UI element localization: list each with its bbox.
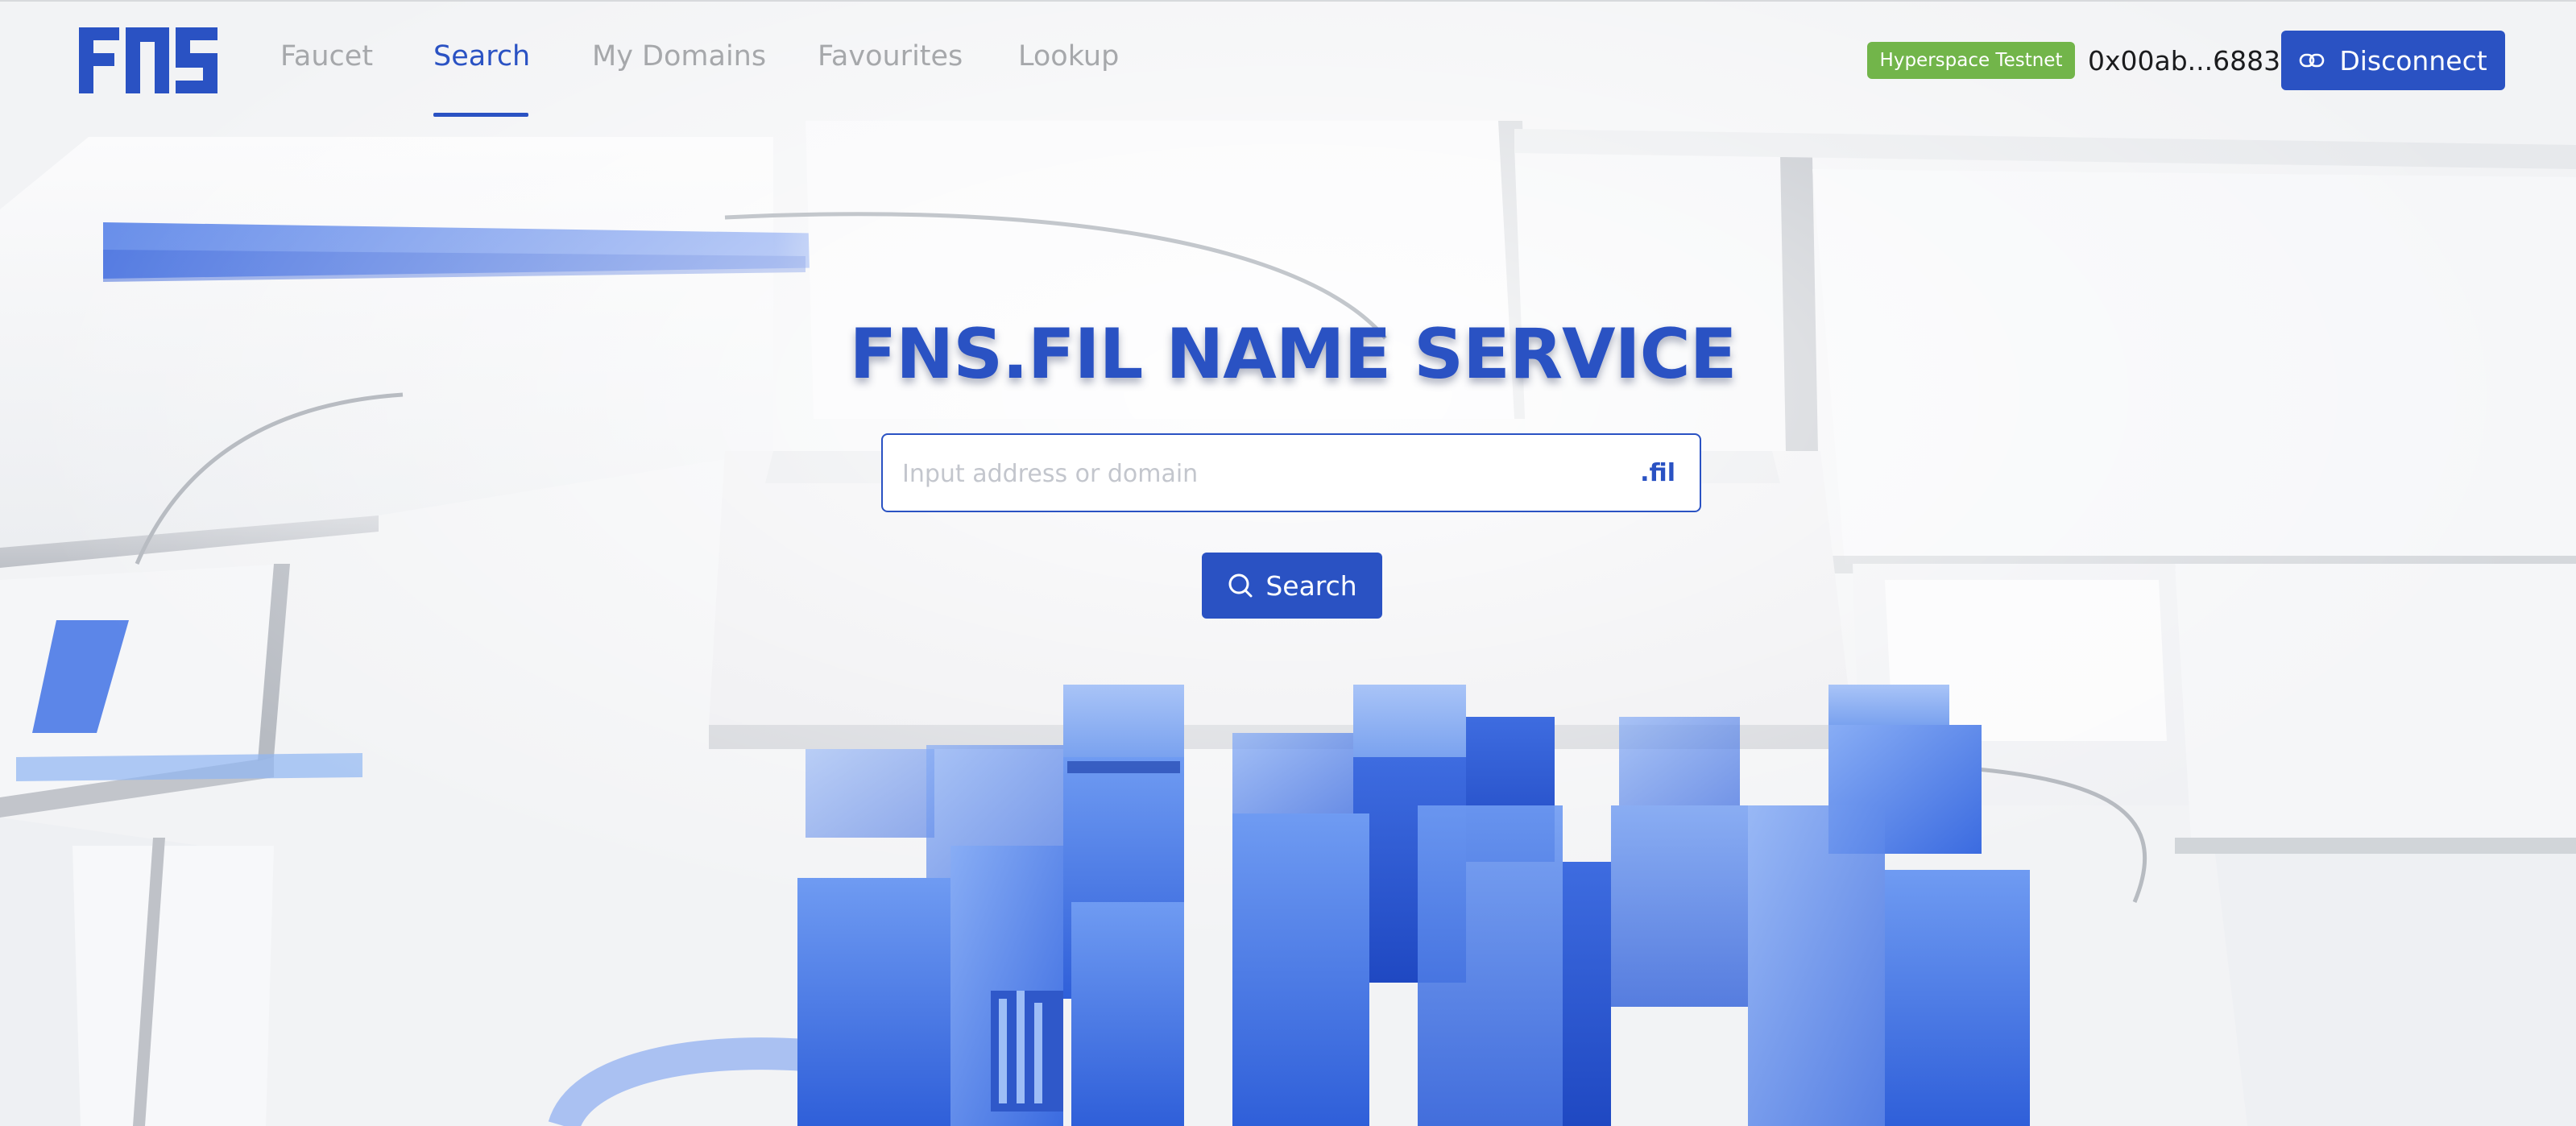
domain-search-input[interactable] <box>901 435 1613 512</box>
nav-faucet[interactable]: Faucet <box>280 40 373 81</box>
domain-search-box[interactable]: .fil <box>881 433 1701 512</box>
fns-logo[interactable] <box>79 27 217 93</box>
wallet-address: 0x00ab...6883 <box>2088 44 2281 77</box>
search-button[interactable]: Search <box>1202 553 1382 619</box>
top-navigation-bar: Faucet Search My Domains Favourites Look… <box>0 2 2576 117</box>
link-icon <box>2300 53 2325 68</box>
disconnect-label: Disconnect <box>2339 44 2487 77</box>
page: Faucet Search My Domains Favourites Look… <box>0 0 2576 1126</box>
disconnect-button[interactable]: Disconnect <box>2281 31 2505 90</box>
tld-suffix: .fil <box>1640 458 1675 487</box>
nav-my-domains[interactable]: My Domains <box>592 40 766 81</box>
nav-lookup[interactable]: Lookup <box>1018 40 1119 81</box>
network-badge: Hyperspace Testnet <box>1867 42 2075 79</box>
nav-favourites[interactable]: Favourites <box>818 40 963 81</box>
nav-search[interactable]: Search <box>433 40 530 81</box>
active-nav-underline <box>433 113 528 117</box>
search-icon <box>1228 573 1253 598</box>
search-button-label: Search <box>1265 569 1357 602</box>
hero-title: FNS.FIL NAME SERVICE <box>849 314 1737 395</box>
